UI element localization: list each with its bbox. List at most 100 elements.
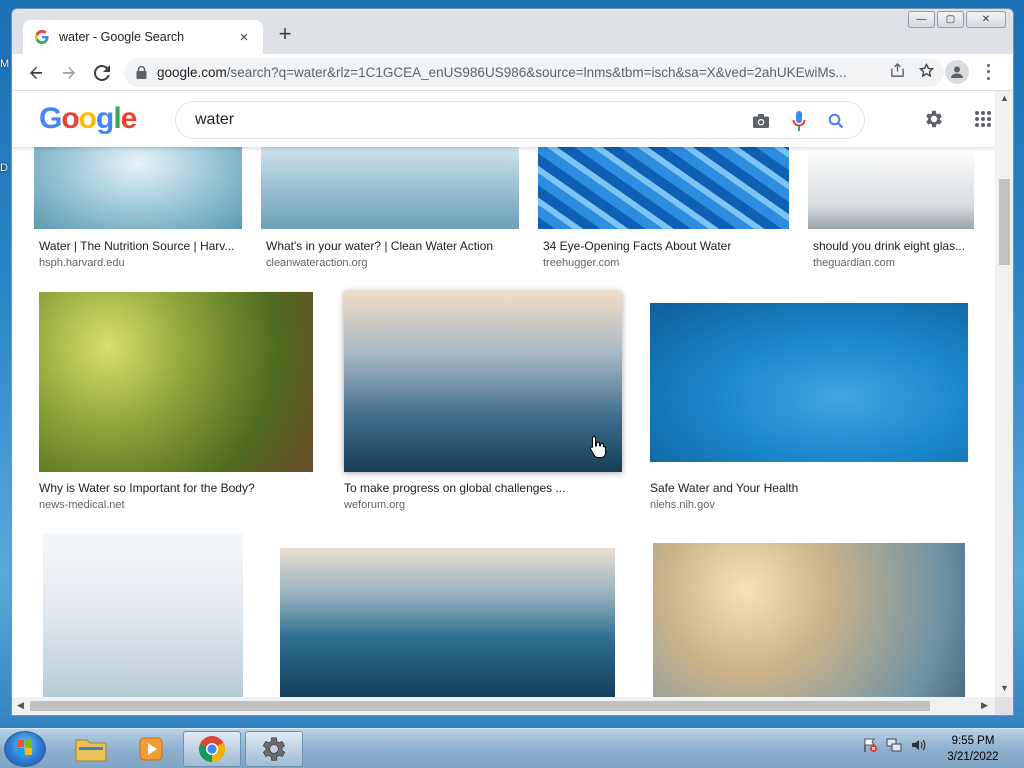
result-thumbnail[interactable] [261,147,519,229]
desktop-label-fragment: M [0,58,10,70]
taskbar-clock[interactable]: 9:55 PM 3/21/2022 [938,733,1008,765]
action-center-flag-icon[interactable] [862,737,878,753]
image-result[interactable] [280,548,615,697]
forward-button[interactable] [55,59,83,87]
scroll-left-arrow-icon[interactable]: ◀ [17,700,24,711]
result-domain[interactable]: theguardian.com [813,257,895,269]
reload-icon [94,65,110,81]
gear-icon [926,110,942,128]
hand-cursor-icon [589,435,606,458]
url-path: /search?q=water&rlz=1C1GCEA_enUS986US986… [226,65,847,80]
image-result[interactable]: What's in your water? | Clean Water Acti… [261,147,519,269]
reload-button[interactable] [88,59,116,87]
forward-arrow-icon [63,66,75,79]
start-button[interactable] [4,731,46,767]
result-domain[interactable]: hsph.harvard.edu [39,257,125,269]
microphone-icon[interactable] [792,110,806,132]
result-thumbnail[interactable] [538,147,789,229]
tab-close-button[interactable]: × [235,29,253,46]
search-input[interactable]: water [175,101,865,139]
google-logo[interactable]: Google [39,102,138,136]
result-title[interactable]: Safe Water and Your Health [650,481,968,495]
profile-avatar[interactable] [945,60,969,84]
tab-title: water - Google Search [59,30,185,44]
taskbar-media-player[interactable] [122,731,180,767]
logo-letter: e [120,102,138,135]
gear-app-icon [262,737,286,761]
result-domain[interactable]: weforum.org [344,499,405,511]
windows-logo-icon [17,740,32,755]
logo-letter: l [113,102,121,135]
browser-menu-button[interactable] [980,62,996,82]
horizontal-scroll-thumb[interactable] [30,701,930,711]
result-domain[interactable]: cleanwateraction.org [266,257,368,269]
taskbar-explorer[interactable] [62,731,120,767]
browser-tab[interactable]: water - Google Search × [23,20,263,54]
image-result[interactable]: Why is Water so Important for the Body? … [39,292,313,514]
result-thumbnail[interactable] [344,291,622,472]
google-apps-button[interactable] [975,111,991,127]
scroll-right-arrow-icon[interactable]: ▶ [981,700,988,711]
result-thumbnail[interactable] [43,534,243,697]
google-favicon-icon [35,30,49,44]
result-title[interactable]: should you drink eight glas... [813,239,974,253]
image-result[interactable] [653,543,965,697]
url-text: google.com/search?q=water&rlz=1C1GCEA_en… [157,65,877,80]
minimize-button[interactable]: — [908,11,935,28]
folder-icon [75,739,107,762]
network-icon[interactable] [886,737,902,753]
result-domain[interactable]: niehs.nih.gov [650,499,715,511]
result-thumbnail[interactable] [280,548,615,697]
media-player-icon [139,737,163,761]
lock-icon [136,66,147,79]
address-bar[interactable]: google.com/search?q=water&rlz=1C1GCEA_en… [124,58,944,87]
result-thumbnail[interactable] [653,543,965,697]
vertical-scroll-thumb[interactable] [999,179,1010,265]
scroll-up-arrow-icon[interactable]: ▲ [1000,93,1009,103]
settings-button[interactable] [923,108,945,135]
camera-icon[interactable] [752,113,770,129]
result-domain[interactable]: treehugger.com [543,257,619,269]
horizontal-scrollbar[interactable]: ◀ ▶ [12,697,995,715]
image-result[interactable]: Safe Water and Your Health niehs.nih.gov [650,303,968,514]
close-window-button[interactable]: ✕ [966,11,1006,28]
taskbar-chrome[interactable] [183,731,241,767]
vertical-scrollbar[interactable]: ▲ ▼ [995,91,1013,697]
desktop-label-fragment: D [0,162,8,174]
result-title[interactable]: Water | The Nutrition Source | Harv... [39,239,241,253]
image-result[interactable]: To make progress on global challenges ..… [341,288,627,514]
search-icon[interactable] [828,113,844,129]
share-icon[interactable] [890,63,905,78]
result-thumbnail[interactable] [39,292,313,472]
result-title[interactable]: Why is Water so Important for the Body? [39,481,313,495]
image-result[interactable]: should you drink eight glas... theguardi… [808,147,974,269]
browser-toolbar: google.com/search?q=water&rlz=1C1GCEA_en… [12,54,1013,91]
taskbar-settings-app[interactable] [245,731,303,767]
clock-time: 9:55 PM [951,735,995,747]
bookmark-star-icon[interactable] [919,63,934,78]
page-viewport: Google water Water | The Nutrition Sourc… [12,91,995,697]
new-tab-button[interactable]: + [274,23,296,47]
result-title[interactable]: To make progress on global challenges ..… [344,481,624,495]
image-result[interactable]: 34 Eye-Opening Facts About Water treehug… [538,147,789,269]
result-thumbnail[interactable] [34,147,242,229]
url-host: google.com [157,65,227,80]
google-header: Google water [12,91,995,147]
result-thumbnail[interactable] [808,147,974,229]
result-thumbnail[interactable] [650,303,968,462]
image-result[interactable]: Water | The Nutrition Source | Harv... h… [34,147,242,269]
system-tray [862,737,926,753]
chrome-icon [199,736,226,763]
result-title[interactable]: 34 Eye-Opening Facts About Water [543,239,789,253]
result-domain[interactable]: news-medical.net [39,499,125,511]
maximize-button[interactable]: ▢ [937,11,964,28]
result-title[interactable]: What's in your water? | Clean Water Acti… [266,239,519,253]
volume-icon[interactable] [910,737,926,753]
scroll-down-arrow-icon[interactable]: ▼ [1000,683,1009,693]
back-button[interactable] [22,59,50,87]
image-result[interactable] [43,534,243,697]
logo-letter: o [61,102,79,135]
logo-letter: g [96,102,114,135]
window-controls: — ▢ ✕ [908,11,1006,28]
browser-window: — ▢ ✕ water - Google Search × + google.c… [11,8,1014,716]
